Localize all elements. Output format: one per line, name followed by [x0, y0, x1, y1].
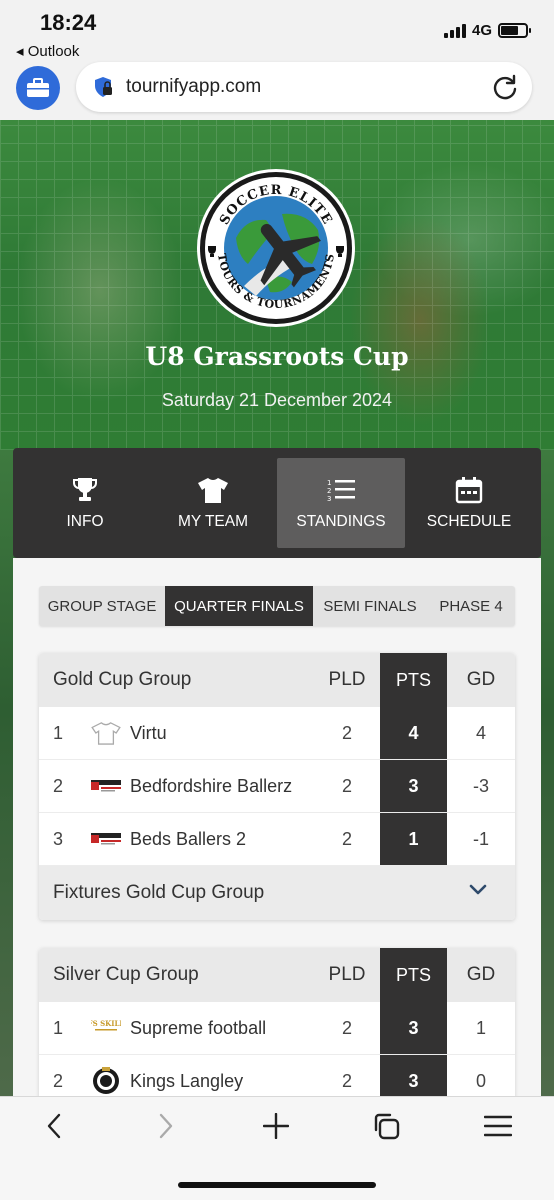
main-navigation: INFO MY TEAM 1 2 3 STANDINGS SCHEDULE: [13, 448, 541, 558]
back-to-app-link[interactable]: ◂ Outlook: [16, 42, 79, 60]
col-header-pld: PLD: [328, 669, 366, 690]
team-name: Bedfordshire Ballerz: [130, 775, 293, 796]
svg-text:2: 2: [327, 487, 331, 495]
gd-value: -3: [472, 775, 489, 796]
status-bar: 18:24 ◂ Outlook 4G: [0, 0, 554, 60]
forward-button[interactable]: [146, 1111, 186, 1141]
tab-semi-finals[interactable]: SEMI FINALS: [313, 586, 427, 626]
address-bar[interactable]: tournifyapp.com: [76, 62, 532, 112]
svg-text:1: 1: [327, 479, 331, 487]
team-name: Virtu: [130, 722, 167, 743]
url-text: tournifyapp.com: [126, 76, 262, 97]
nav-schedule-label: SCHEDULE: [426, 513, 512, 530]
col-header-gd: GD: [466, 669, 496, 690]
gd-value: -1: [472, 828, 489, 849]
svg-text:3: 3: [327, 495, 331, 503]
tab-quarter-finals[interactable]: QUARTER FINALS: [165, 586, 313, 626]
col-header-pts: PTS: [380, 653, 447, 707]
browser-toolbar: tournifyapp.com: [0, 60, 554, 120]
new-tab-button[interactable]: [256, 1111, 296, 1141]
pts-value: 3: [380, 1002, 447, 1054]
nav-my-team-label: MY TEAM: [177, 513, 249, 530]
back-button[interactable]: [34, 1111, 74, 1141]
secure-lock-icon: [95, 77, 112, 97]
briefcase-icon: [27, 78, 49, 97]
chevron-down-icon: [469, 884, 487, 895]
status-time: 18:24: [40, 10, 97, 35]
trophy-icon: [73, 478, 97, 501]
table-row[interactable]: 1 Virtu 2 4 4: [39, 707, 515, 760]
gd-value: 1: [475, 1017, 486, 1038]
browser-bottom-toolbar: [0, 1096, 554, 1200]
pld-value: 2: [341, 775, 352, 796]
group-card-gold: Gold Cup Group PLD PTS GD 1 Virtu 2 4 4 …: [39, 653, 515, 920]
group-header: Gold Cup Group PLD PTS GD: [39, 653, 515, 707]
menu-button[interactable]: [478, 1111, 518, 1141]
fixtures-label: Fixtures Gold Cup Group: [53, 882, 265, 903]
nav-my-team[interactable]: MY TEAM: [149, 458, 277, 548]
sfs-skills-crest-icon: SFS SKILLS: [91, 1015, 121, 1041]
hero-banner: SOCCER ELITE TOURS & TOURNAMENTS U8 Gras…: [0, 120, 554, 450]
group-header: Silver Cup Group PLD PTS GD: [39, 948, 515, 1002]
home-indicator: [178, 1182, 376, 1188]
nav-info-label: INFO: [66, 513, 104, 530]
rank: 2: [53, 1070, 64, 1091]
reload-icon[interactable]: [492, 74, 518, 100]
ranked-list-icon: 1 2 3: [327, 479, 355, 503]
phase-tabs: GROUP STAGE QUARTER FINALS SEMI FINALS P…: [39, 586, 515, 626]
tabs-icon: [374, 1113, 400, 1140]
plus-icon: [263, 1113, 289, 1139]
col-header-pts: PTS: [380, 948, 447, 1002]
pts-value: 1: [380, 813, 447, 865]
tabs-button[interactable]: [367, 1111, 407, 1141]
chevron-left-icon: [47, 1113, 61, 1139]
shirt-icon: [198, 478, 228, 503]
team-name: Supreme football: [130, 1017, 267, 1038]
fixtures-toggle[interactable]: Fixtures Gold Cup Group: [39, 866, 515, 920]
rank: 3: [53, 828, 64, 849]
nav-schedule[interactable]: SCHEDULE: [405, 458, 533, 548]
standings-panel: GROUP STAGE QUARTER FINALS SEMI FINALS P…: [13, 558, 541, 1118]
kings-langley-crest-icon: [91, 1067, 121, 1094]
tournament-title: U8 Grassroots Cup: [145, 342, 409, 371]
col-header-pld: PLD: [328, 964, 366, 985]
tab-group-button[interactable]: [16, 66, 60, 110]
table-row[interactable]: 1 SFS SKILLS Supreme football 2 3 1: [39, 1002, 515, 1055]
bedfordshire-ballerz-crest-icon: [91, 773, 121, 799]
shirt-outline-icon: [91, 720, 121, 746]
nav-standings-label: STANDINGS: [296, 513, 386, 530]
nav-info[interactable]: INFO: [21, 458, 149, 548]
team-name: Beds Ballers 2: [130, 828, 247, 849]
hamburger-menu-icon: [484, 1115, 512, 1137]
pts-value: 4: [380, 707, 447, 759]
cellular-signal-icon: [443, 23, 466, 38]
table-row[interactable]: 3 Beds Ballers 2 2 1 -1: [39, 813, 515, 866]
rank: 1: [53, 722, 64, 743]
soccer-elite-logo: SOCCER ELITE TOURS & TOURNAMENTS: [197, 169, 355, 327]
team-name: Kings Langley: [130, 1070, 244, 1091]
battery-icon: [498, 23, 531, 38]
pld-value: 2: [341, 1017, 352, 1038]
group-title: Gold Cup Group: [53, 669, 192, 690]
col-header-gd: GD: [466, 964, 496, 985]
calendar-icon: [455, 477, 483, 504]
tab-phase-4[interactable]: PHASE 4: [427, 586, 515, 626]
group-card-silver: Silver Cup Group PLD PTS GD 1 SFS SKILLS…: [39, 948, 515, 1108]
pld-value: 2: [341, 722, 352, 743]
chevron-right-icon: [159, 1113, 173, 1139]
status-indicators: 4G: [443, 22, 531, 39]
network-type: 4G: [471, 22, 492, 39]
rank: 1: [53, 1017, 64, 1038]
pts-value: 3: [380, 760, 447, 812]
pld-value: 2: [341, 828, 352, 849]
gd-value: 4: [475, 722, 486, 743]
svg-text:SFS SKILLS: SFS SKILLS: [91, 1019, 121, 1028]
bedfordshire-ballerz-crest-icon: [91, 826, 121, 852]
tournament-date: Saturday 21 December 2024: [161, 390, 393, 410]
tab-group-stage[interactable]: GROUP STAGE: [39, 586, 165, 626]
group-title: Silver Cup Group: [53, 964, 199, 985]
nav-standings[interactable]: 1 2 3 STANDINGS: [277, 458, 405, 548]
table-row[interactable]: 2 Bedfordshire Ballerz 2 3 -3: [39, 760, 515, 813]
rank: 2: [53, 775, 64, 796]
